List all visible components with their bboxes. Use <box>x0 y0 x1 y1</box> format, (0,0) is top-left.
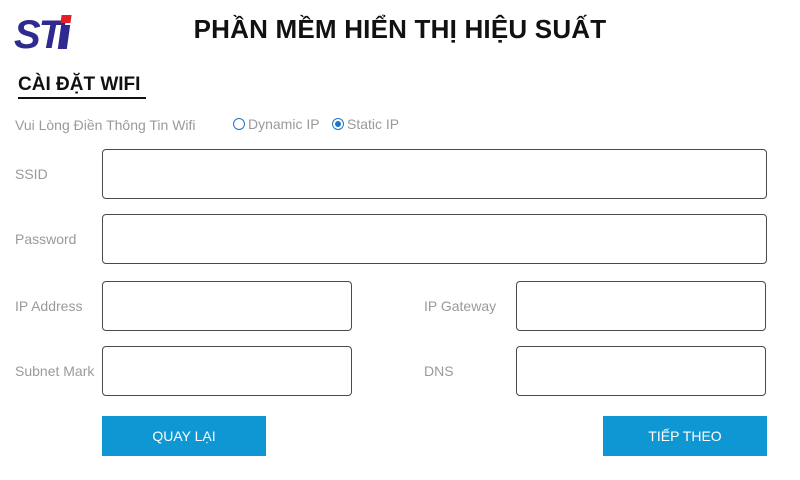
radio-dynamic-ip[interactable]: Dynamic IP <box>233 116 320 132</box>
radio-static-label: Static IP <box>347 116 400 132</box>
ssid-input[interactable] <box>102 149 767 199</box>
dns-input[interactable] <box>516 346 766 396</box>
subnet-mark-input[interactable] <box>102 346 352 396</box>
ssid-label: SSID <box>15 166 48 182</box>
ip-address-label: IP Address <box>15 298 83 314</box>
ip-gateway-label: IP Gateway <box>424 298 497 314</box>
radio-dynamic-label: Dynamic IP <box>248 116 320 132</box>
back-button[interactable]: QUAY LẠI <box>102 416 266 456</box>
password-label: Password <box>15 231 77 247</box>
section-title: CÀI ĐẶT WIFI <box>18 74 147 99</box>
password-input[interactable] <box>102 214 767 264</box>
app-title: PHẦN MỀM HIỂN THỊ HIỆU SUẤT <box>193 14 607 44</box>
subnet-mark-label: Subnet Mark <box>15 363 95 379</box>
ip-address-input[interactable] <box>102 281 352 331</box>
ip-gateway-input[interactable] <box>516 281 766 331</box>
dns-label: DNS <box>424 363 454 379</box>
radio-circle-icon[interactable] <box>233 118 245 130</box>
radio-checked-icon[interactable] <box>332 118 344 130</box>
next-button[interactable]: TIẾP THEO <box>603 416 767 456</box>
instruction-text: Vui Lòng Điền Thông Tin Wifi <box>15 117 196 133</box>
radio-static-ip[interactable]: Static IP <box>332 116 399 132</box>
